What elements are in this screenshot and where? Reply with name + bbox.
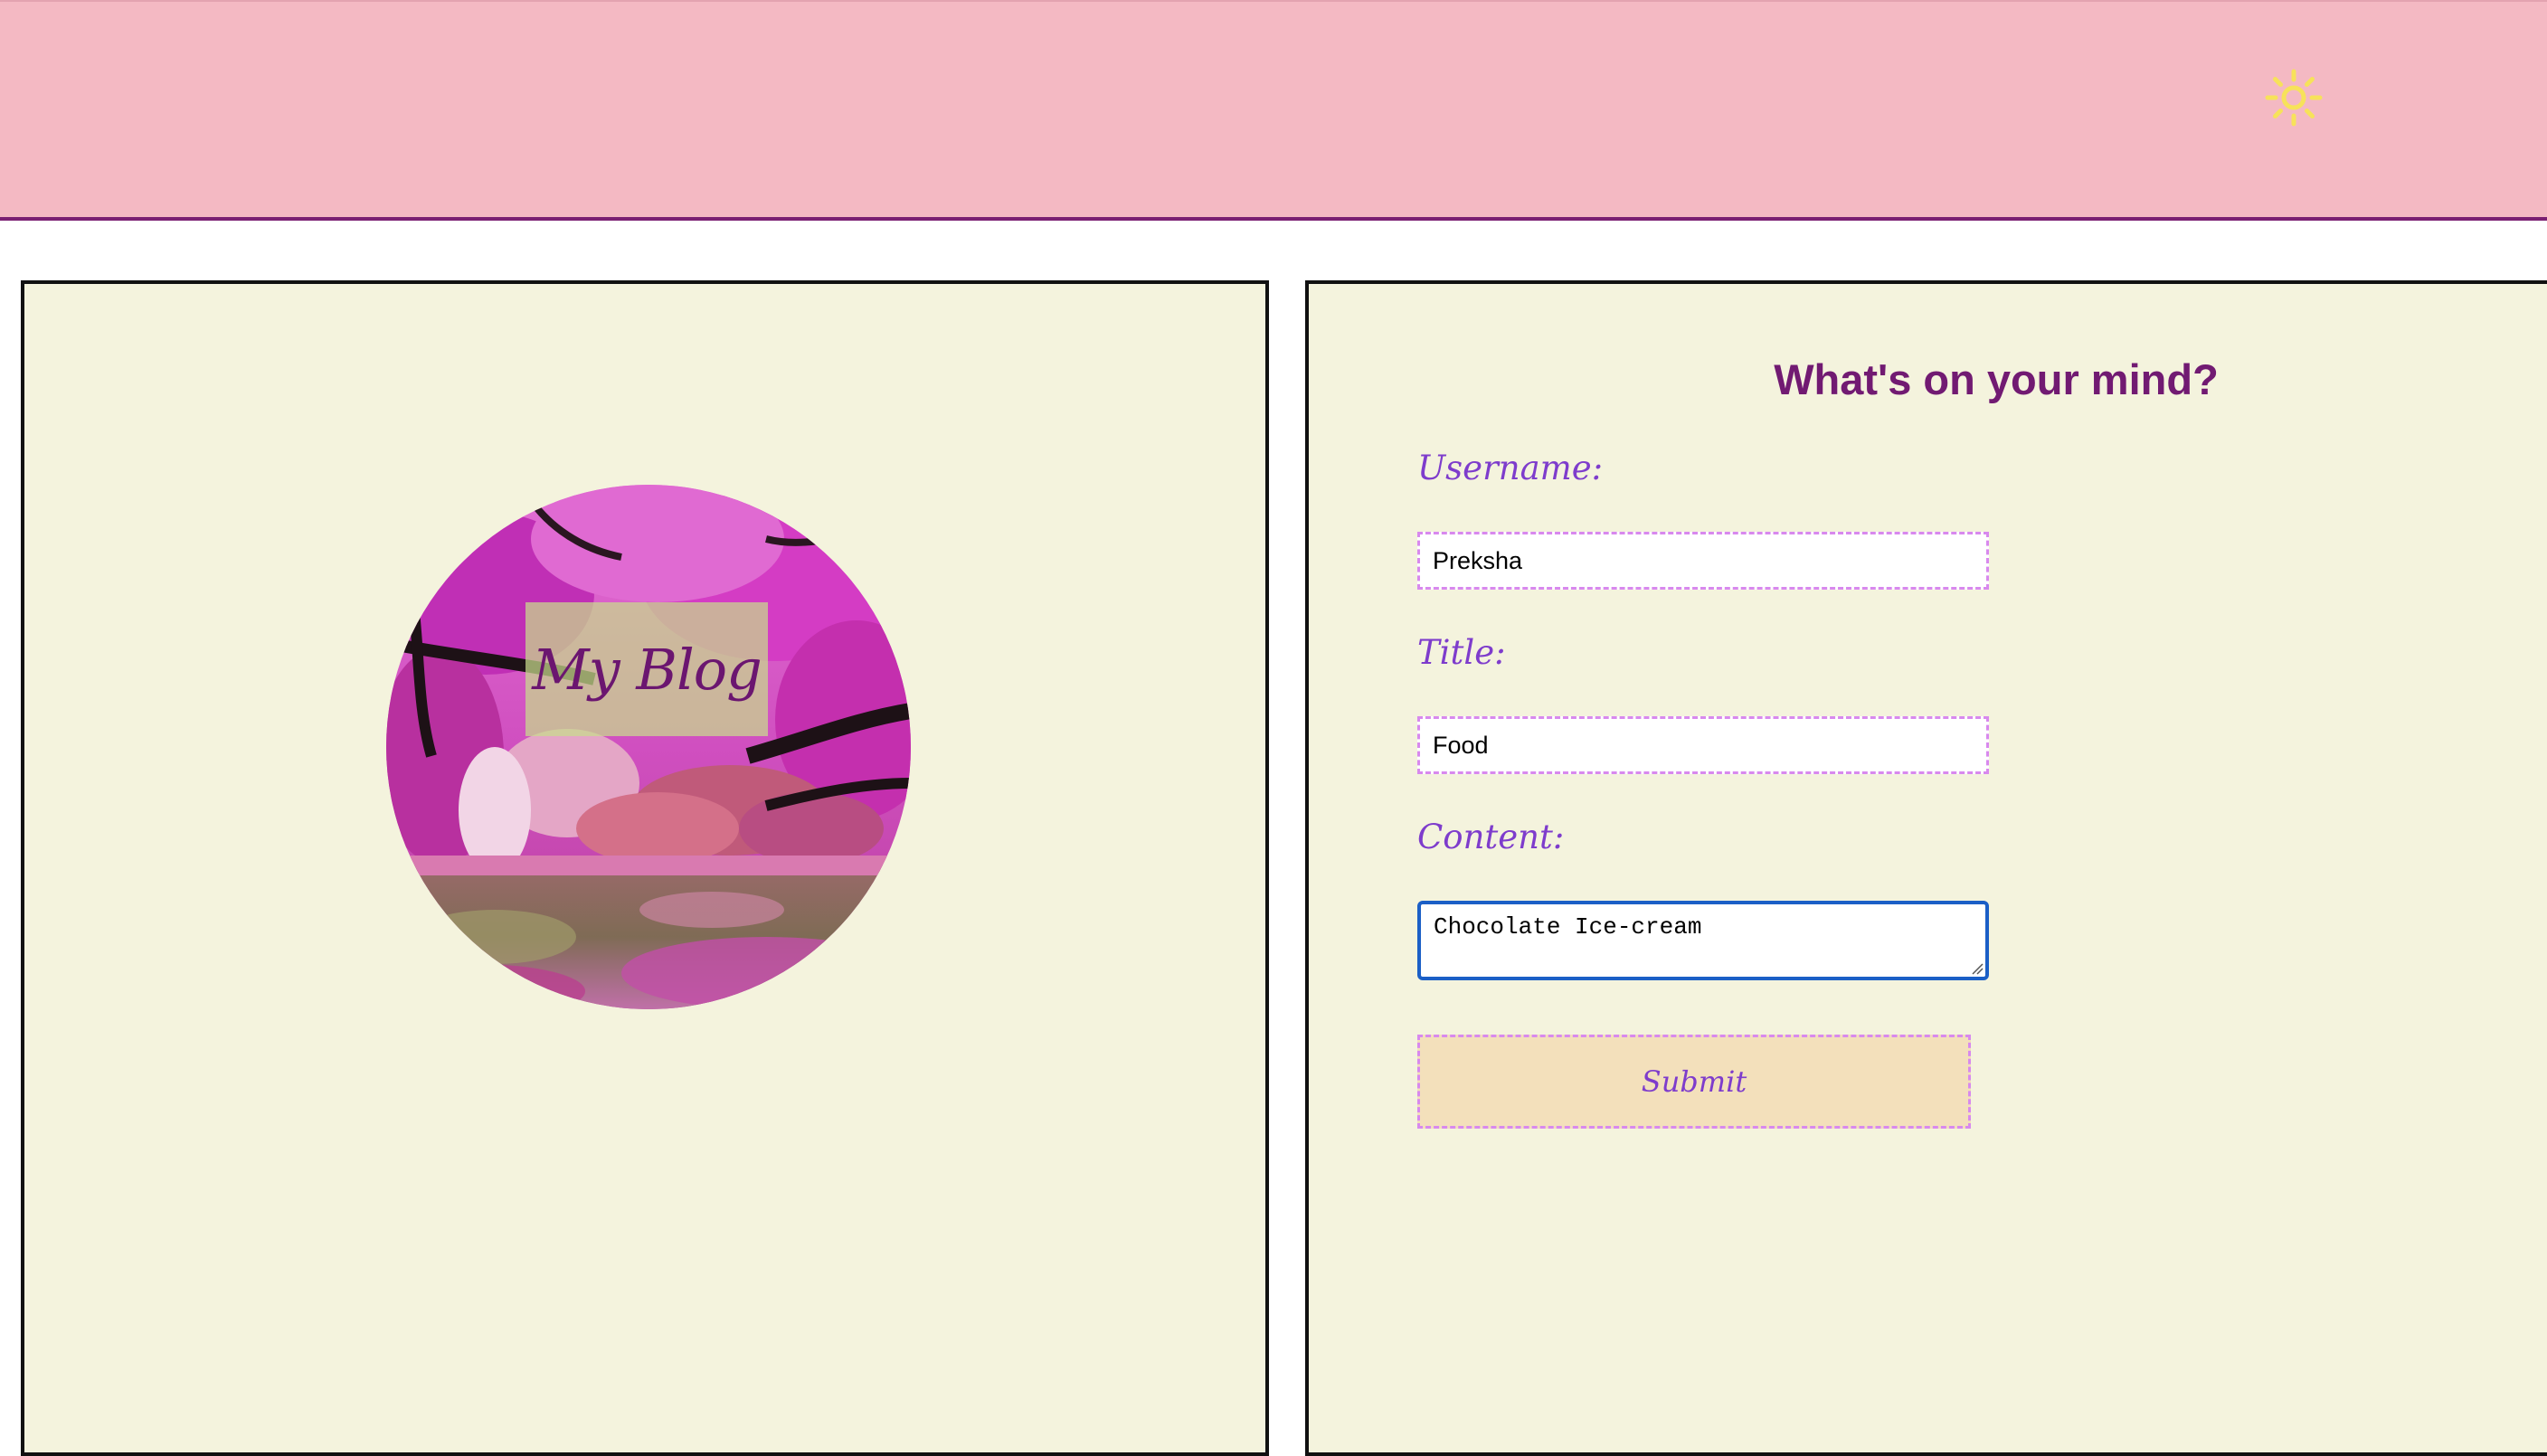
title-input[interactable]: Food xyxy=(1417,716,1989,774)
username-input[interactable]: Preksha xyxy=(1417,532,1989,590)
blog-logo: My Blog xyxy=(386,485,911,1009)
post-form-panel: What's on your mind? Username: Preksha T… xyxy=(1305,280,2547,1456)
username-label: Username: xyxy=(1417,449,1604,487)
blog-logo-panel: My Blog xyxy=(21,280,1269,1456)
submit-button[interactable]: Submit xyxy=(1417,1035,1971,1129)
form-heading: What's on your mind? xyxy=(1774,355,2219,403)
blog-title: My Blog xyxy=(532,636,762,703)
content-label: Content: xyxy=(1417,818,1565,856)
content-text: Chocolate Ice-cream xyxy=(1434,913,1702,941)
logo-banner: My Blog xyxy=(525,602,768,736)
content-textarea[interactable]: Chocolate Ice-cream xyxy=(1417,901,1989,980)
title-label: Title: xyxy=(1417,633,1506,672)
blossom-landscape-image xyxy=(386,485,911,1009)
sun-icon[interactable] xyxy=(2265,69,2323,127)
resize-handle-icon[interactable] xyxy=(1971,962,1984,975)
top-header xyxy=(0,0,2547,221)
